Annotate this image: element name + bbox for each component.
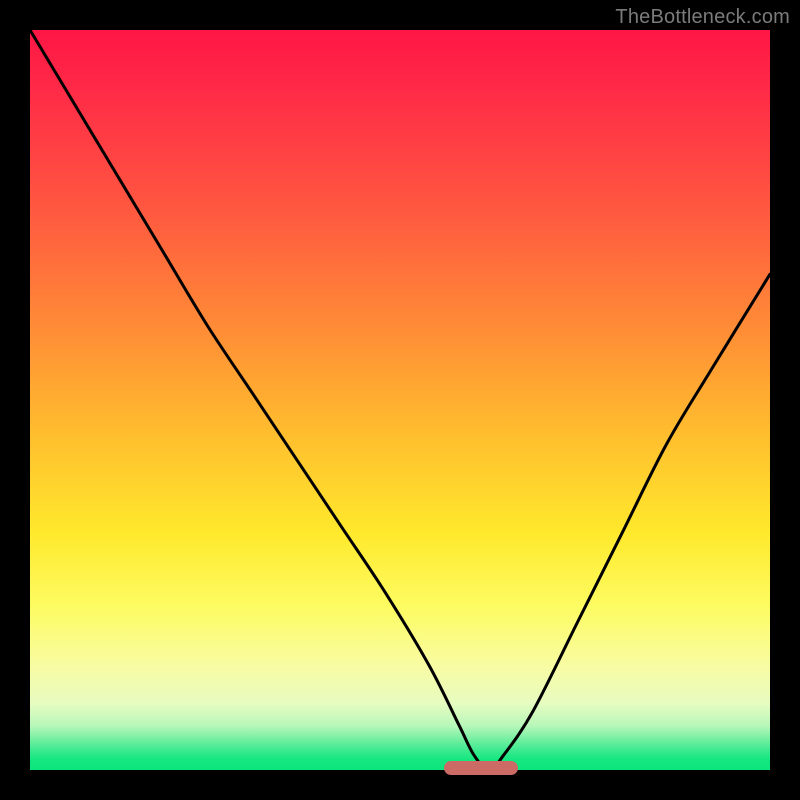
optimal-marker xyxy=(444,761,518,775)
chart-frame: TheBottleneck.com xyxy=(0,0,800,800)
plot-area xyxy=(30,30,770,770)
curve-path xyxy=(30,30,770,770)
watermark-text: TheBottleneck.com xyxy=(615,6,790,29)
bottleneck-curve xyxy=(30,30,770,770)
